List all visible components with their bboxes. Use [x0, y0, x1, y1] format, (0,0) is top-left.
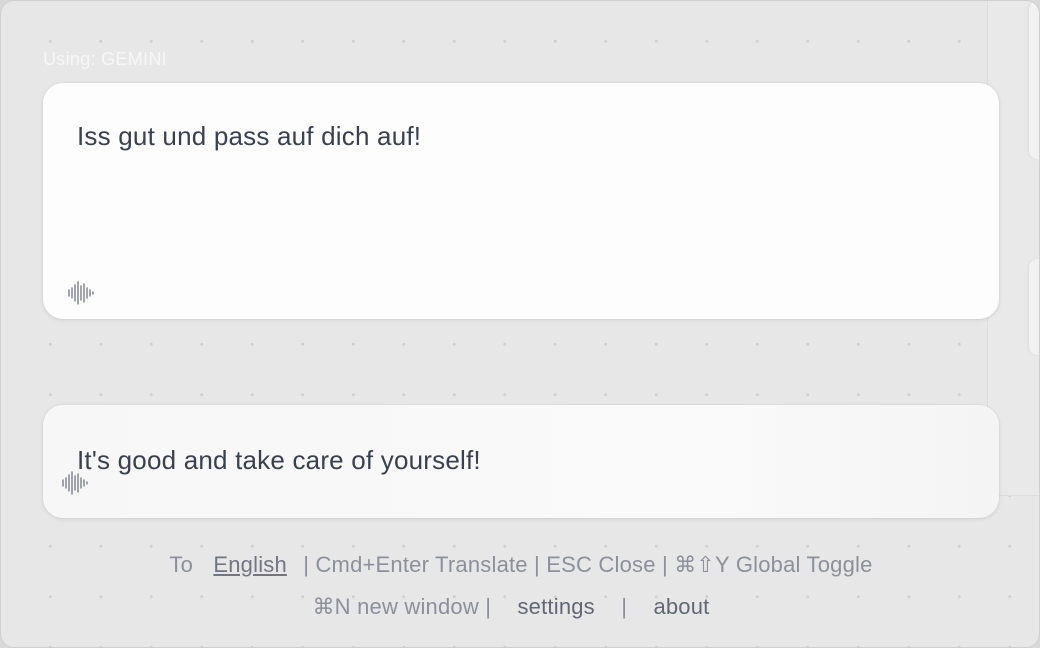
to-label: To: [169, 552, 194, 577]
side-panel-tab[interactable]: [1029, 259, 1039, 355]
translator-window: Using: GEMINI Iss gut und pass auf dich …: [0, 0, 1040, 648]
audio-waveform-icon[interactable]: [61, 471, 89, 495]
source-text-card: Iss gut und pass auf dich auf!: [43, 83, 999, 319]
shortcut-hints: | Cmd+Enter Translate | ESC Close | ⌘⇧Y …: [303, 552, 873, 577]
new-window-hint: ⌘N new window |: [312, 594, 492, 619]
translation-result-text: It's good and take care of yourself!: [77, 445, 481, 475]
audio-waveform-icon[interactable]: [67, 281, 95, 305]
side-panel-tab[interactable]: [1029, 1, 1039, 159]
about-link[interactable]: about: [653, 594, 709, 619]
provider-label: Using: GEMINI: [43, 49, 167, 69]
translation-result-card: It's good and take care of yourself!: [43, 405, 999, 518]
source-text-input[interactable]: Iss gut und pass auf dich auf!: [77, 121, 957, 152]
footer-shortcuts: To English | Cmd+Enter Translate | ESC C…: [1, 552, 1039, 578]
footer-separator: |: [621, 594, 628, 619]
target-language-link[interactable]: English: [213, 552, 287, 577]
settings-link[interactable]: settings: [517, 594, 594, 619]
footer-links: ⌘N new window | settings | about: [1, 594, 1039, 620]
